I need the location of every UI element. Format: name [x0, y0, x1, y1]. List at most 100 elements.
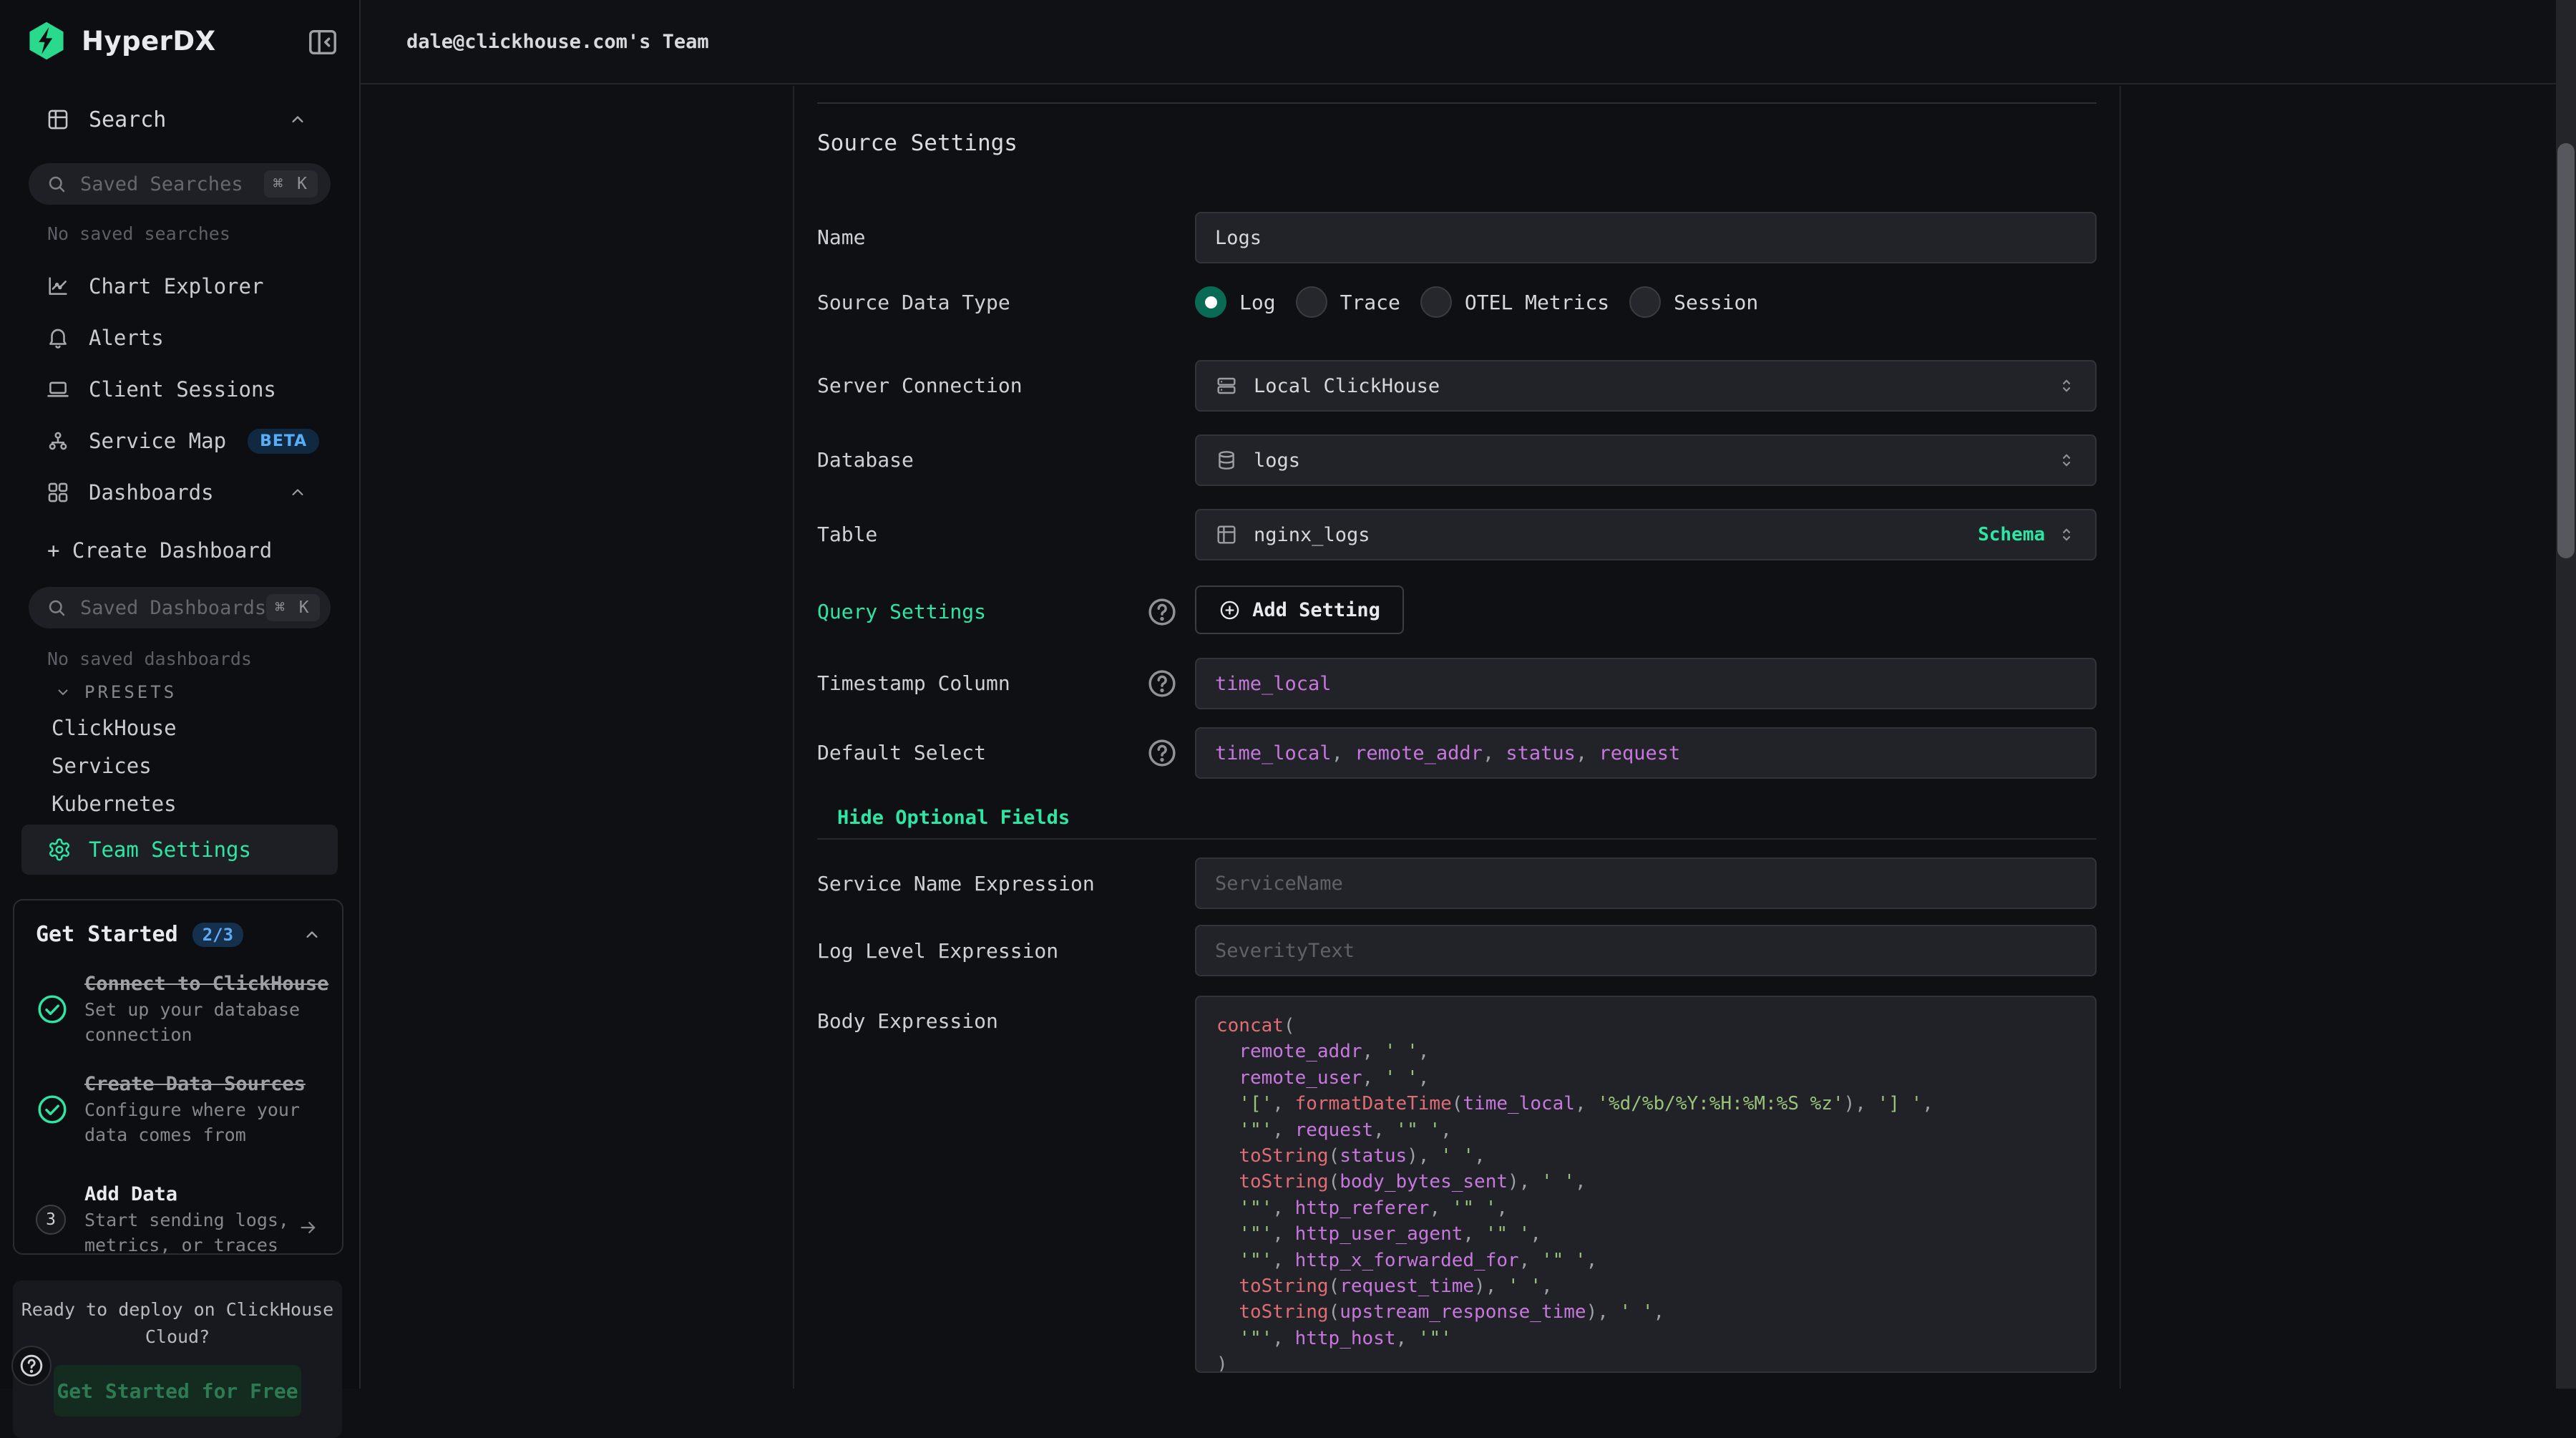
help-circle-icon[interactable]	[1146, 668, 1178, 699]
hide-optional-fields-link[interactable]: Hide Optional Fields	[837, 807, 1070, 829]
timestamp-column-input[interactable]: time_local	[1195, 658, 2097, 709]
code-token: ,	[1362, 1041, 1385, 1062]
brand[interactable]: HyperDX	[26, 20, 216, 62]
arrow-right-icon[interactable]	[298, 1217, 319, 1238]
code-token: ,	[1272, 1328, 1294, 1349]
radio-otel-metrics[interactable]: OTEL Metrics	[1420, 286, 1609, 318]
presets-toggle[interactable]: PRESETS	[54, 682, 177, 702]
database-value: logs	[1254, 450, 1300, 472]
radio-log[interactable]: Log	[1195, 286, 1276, 318]
name-input-value: Logs	[1215, 227, 1262, 249]
code-token: ,	[1530, 1223, 1541, 1245]
code-token: '" '	[1541, 1250, 1586, 1271]
saved-dashboards-input[interactable]: Saved Dashboards ⌘ K	[29, 587, 331, 628]
section-rule	[817, 102, 2097, 104]
code-token: request_time	[1340, 1276, 1474, 1297]
table-select[interactable]: nginx_logs Schema	[1195, 509, 2097, 560]
preset-item-kubernetes[interactable]: Kubernetes	[52, 792, 177, 816]
sidebar-item-label: Alerts	[89, 326, 164, 350]
create-dashboard-button[interactable]: + Create Dashboard	[47, 538, 272, 563]
radio-circle-icon[interactable]	[1629, 286, 1661, 318]
step-text: Add DataStart sending logs,metrics, or t…	[84, 1182, 289, 1255]
question-circle-icon	[19, 1353, 44, 1379]
radio-circle-icon[interactable]	[1195, 286, 1226, 318]
code-token: (	[1329, 1171, 1340, 1192]
team-settings-label: Team Settings	[89, 837, 251, 862]
service-name-expression-label: Service Name Expression	[817, 871, 1095, 897]
default-select-label: Default Select	[817, 740, 986, 766]
panel-divider-left	[793, 86, 794, 1389]
panel-divider-right	[2119, 86, 2121, 1389]
sidebar-item-alerts[interactable]: Alerts	[0, 312, 359, 364]
sidebar-item-team-settings[interactable]: Team Settings	[21, 825, 338, 875]
radio-trace[interactable]: Trace	[1296, 286, 1400, 318]
code-token: ' '	[1541, 1171, 1575, 1192]
layout-icon	[46, 107, 70, 132]
radio-label: Session	[1674, 291, 1758, 314]
code-token: toString	[1239, 1145, 1328, 1167]
sidebar-item-client-sessions[interactable]: Client Sessions	[0, 364, 359, 415]
sidebar-collapse-icon[interactable]	[306, 26, 339, 59]
sidebar-section-search[interactable]: Search	[0, 103, 359, 136]
get-started-step-add-data[interactable]: 3Add DataStart sending logs,metrics, or …	[36, 1182, 322, 1255]
code-token: ' '	[1440, 1145, 1474, 1167]
code-token: ,	[1463, 1223, 1485, 1245]
code-token: body_bytes_sent	[1340, 1171, 1508, 1192]
preset-item-services[interactable]: Services	[52, 754, 152, 778]
code-token: '] '	[1878, 1093, 1923, 1114]
get-started-step-create-data-sources[interactable]: Create Data SourcesConfigure where yourd…	[36, 1072, 322, 1147]
scrollbar-track[interactable]	[2556, 0, 2576, 1389]
database-select[interactable]: logs	[1195, 434, 2097, 486]
server-connection-select[interactable]: Local ClickHouse	[1195, 360, 2097, 412]
gear-icon	[47, 837, 72, 862]
server-connection-label: Server Connection	[817, 373, 1023, 399]
brand-name: HyperDX	[82, 26, 216, 57]
radio-session[interactable]: Session	[1629, 286, 1758, 318]
code-token: ' '	[1385, 1041, 1418, 1062]
code-token: ,	[1272, 1119, 1294, 1141]
sidebar-item-label: Dashboards	[89, 480, 214, 505]
default-select-input[interactable]: time_local, remote_addr, status, request	[1195, 727, 2097, 779]
chevron-up-icon[interactable]	[288, 110, 308, 130]
code-token: ,	[1362, 1067, 1385, 1089]
service-name-expression-input[interactable]: ServiceName	[1195, 858, 2097, 909]
code-token: ,	[1272, 1250, 1294, 1271]
code-token: )	[1216, 1354, 1228, 1373]
help-button[interactable]	[11, 1346, 52, 1386]
body-expression-editor[interactable]: concat( remote_addr, ' ', remote_user, '…	[1195, 996, 2097, 1373]
chevron-up-down-icon	[2057, 450, 2077, 470]
shortcut-badge: ⌘ K	[266, 594, 320, 621]
clickhouse-cloud-promo: Ready to deploy on ClickHouse Cloud? Get…	[13, 1281, 342, 1438]
add-setting-button[interactable]: Add Setting	[1195, 586, 1404, 634]
code-line: '"', request, '" ',	[1216, 1117, 2075, 1143]
step-text: Connect to ClickHouseSet up your databas…	[84, 971, 328, 1047]
scrollbar-thumb[interactable]	[2557, 143, 2575, 558]
radio-circle-icon[interactable]	[1296, 286, 1327, 318]
step-text: Create Data SourcesConfigure where yourd…	[84, 1072, 306, 1147]
sidebar-item-service-map[interactable]: Service MapBETA	[0, 415, 359, 467]
sidebar-nav: Chart Explorer Alerts Client SessionsServi…	[0, 261, 359, 518]
code-token: formatDateTime	[1295, 1093, 1452, 1114]
radio-circle-icon[interactable]	[1420, 286, 1452, 318]
get-started-step-connect-clickhouse[interactable]: Connect to ClickHouseSet up your databas…	[36, 971, 322, 1047]
code-token: ,	[1272, 1223, 1294, 1245]
get-started-free-button[interactable]: Get Started for Free	[54, 1365, 301, 1417]
code-token	[1216, 1328, 1239, 1349]
preset-item-clickhouse[interactable]: ClickHouse	[52, 716, 177, 740]
schema-link[interactable]: Schema	[1978, 524, 2045, 545]
chevron-up-icon[interactable]	[288, 482, 308, 502]
chevron-up-icon[interactable]	[302, 925, 322, 945]
code-token: ,	[1418, 1067, 1430, 1089]
code-token: ' '	[1508, 1276, 1541, 1297]
log-level-expression-input[interactable]: SeverityText	[1195, 925, 2097, 976]
name-input[interactable]: Logs	[1195, 212, 2097, 263]
search-icon	[46, 597, 67, 618]
sidebar-item-dashboards[interactable]: Dashboards	[0, 467, 359, 518]
table-value: nginx_logs	[1254, 524, 1370, 546]
code-token: '"'	[1239, 1250, 1272, 1271]
get-started-title: Get Started	[36, 922, 178, 947]
saved-searches-input[interactable]: Saved Searches ⌘ K	[29, 163, 331, 205]
help-circle-icon[interactable]	[1146, 737, 1178, 769]
help-circle-icon[interactable]	[1146, 596, 1178, 628]
sidebar-item-chart-explorer[interactable]: Chart Explorer	[0, 261, 359, 312]
